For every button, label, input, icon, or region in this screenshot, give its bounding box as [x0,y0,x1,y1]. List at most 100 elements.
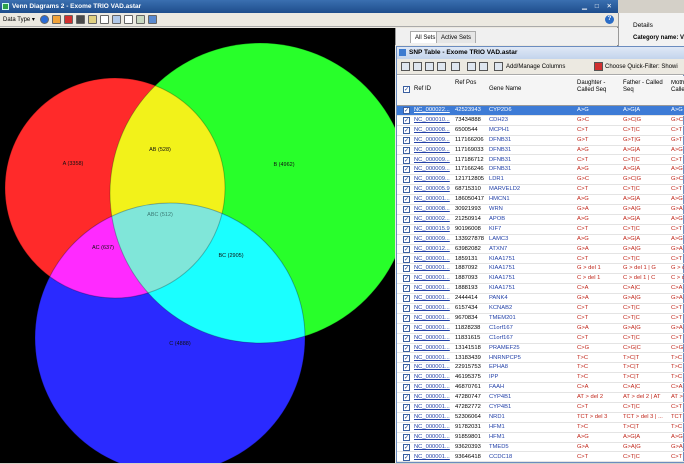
table-row[interactable]: ✓ NC_000001... 47280747 CYP4B1 AT > del 2 AT … [397,393,684,403]
col-daughter-called-seq[interactable]: Daughter - Called Seq [577,80,619,94]
row-checkbox[interactable]: ✓ [403,196,410,204]
row-checkbox[interactable]: ✓ [403,126,410,134]
row-checkbox[interactable]: ✓ [403,404,410,411]
save-icon[interactable] [64,15,73,24]
window-controls[interactable]: ▁ □ ✕ [582,0,615,13]
gene-name-cell[interactable]: LAMC3 [489,235,573,244]
table-row[interactable]: ✓ NC_000001... 2444414 PANK4 G>A G>A|G G>A [397,294,684,304]
data-type-dropdown[interactable]: Data Type ▾ [3,15,35,25]
page-icon[interactable] [100,15,109,24]
row-checkbox[interactable]: ✓ [403,443,410,451]
gene-name-cell[interactable]: HFM1 [489,433,573,442]
table-row[interactable]: ✓ NC_000001... 1887093 KIAA1751 C > del 1 C >… [397,274,684,285]
ref-id-cell[interactable]: NC_000010... [414,116,454,125]
table-row[interactable]: ✓ NC_000001... 91859801 HFM1 A>G A>G|A A>G [397,433,684,443]
ref-id-cell[interactable]: NC_000001... [414,393,454,402]
gene-name-cell[interactable]: KIAA1751 [489,255,573,264]
row-checkbox[interactable]: ✓ [403,394,410,402]
gene-name-cell[interactable]: TMEM201 [489,314,573,323]
table-row[interactable]: ✓ NC_000001... 186050417 HMCN1 A>G A>G|A A>G [397,195,684,205]
ref-id-cell[interactable]: NC_000001... [414,334,454,343]
table-row[interactable]: ✓ NC_000001... 22915753 EPHA8 T>C T>C|T T>C [397,363,684,374]
gene-name-cell[interactable]: KIF7 [489,225,573,234]
gene-name-cell[interactable]: LDR1 [489,175,573,184]
ref-id-cell[interactable]: NC_000001... [414,453,454,462]
export-icon[interactable] [136,15,145,24]
row-checkbox[interactable]: ✓ [403,107,410,114]
filter-icon[interactable] [451,62,460,71]
gene-name-cell[interactable]: IPP [489,373,573,382]
table-row[interactable]: ✓ NC_000001... 13183439 HNRNPCP5 T>C T>C|T T>C [397,354,684,364]
col-ref-pos[interactable]: Ref Pos [455,80,485,87]
table-row[interactable]: ✓ NC_000001... 93620393 TMED5 G>A G>A|G G>A [397,443,684,453]
gene-name-cell[interactable]: ATXN7 [489,245,573,254]
gene-name-cell[interactable]: HMCN1 [489,195,573,204]
table-row[interactable]: ✓ NC_000008... 6500544 MCPH1 C>T C>T|C C>T [397,126,684,136]
color-icon[interactable] [52,15,61,24]
gene-name-cell[interactable]: C1orf167 [489,334,573,343]
table-row[interactable]: ✓ NC_000001... 46195375 IPP T>C T>C|T T>C [397,373,684,384]
table-row[interactable]: ✓ NC_000001... 1888193 KIAA1751 C>A C>A|C C>A [397,284,684,295]
open-icon[interactable] [88,15,97,24]
row-checkbox[interactable]: ✓ [403,314,410,322]
ref-id-cell[interactable]: NC_000001... [414,264,454,273]
gene-name-cell[interactable]: TMED5 [489,443,573,452]
zoom-icon[interactable] [112,15,121,24]
table-row[interactable]: ✓ NC_000010... 73434888 CDH23 G>C G>C|G G>C [397,116,684,126]
col-mother-called-seq[interactable]: Moth Calle [671,80,684,94]
table-row[interactable]: ✓ NC_000009... 117166246 DFNB31 A>G A>G|A A>G [397,165,684,176]
ref-id-cell[interactable]: NC_000001... [414,363,454,372]
row-checkbox[interactable]: ✓ [403,206,410,213]
ref-id-cell[interactable]: NC_000001... [414,423,454,432]
gene-name-cell[interactable]: KIAA1751 [489,284,573,293]
add-columns-icon[interactable] [494,62,503,71]
gene-name-cell[interactable]: WRN [489,205,573,214]
sort-icon[interactable] [479,62,488,71]
ref-id-cell[interactable]: NC_000001... [414,373,454,382]
row-checkbox[interactable]: ✓ [403,156,410,164]
row-checkbox[interactable]: ✓ [403,225,410,233]
table-row[interactable]: ✓ NC_000002... 21250914 APOB A>G A>G|A A>G [397,215,684,225]
ref-id-cell[interactable]: NC_000001... [414,255,454,264]
row-checkbox[interactable]: ✓ [403,265,410,273]
ref-id-cell[interactable]: NC_000001... [414,344,454,353]
search-icon[interactable] [437,62,446,71]
gene-name-cell[interactable]: CYP4B1 [489,393,573,402]
gene-name-cell[interactable]: MCPH1 [489,126,573,135]
row-checkbox[interactable]: ✓ [403,453,410,461]
gene-name-cell[interactable]: KCNAB2 [489,304,573,313]
ref-id-cell[interactable]: NC_000009... [414,136,454,145]
ref-id-cell[interactable]: NC_000009... [414,235,454,244]
table-row[interactable]: ✓ NC_000015.9 90196008 KIF7 C>T C>T|C C>T [397,225,684,235]
gene-name-cell[interactable]: MARVELD2 [489,185,573,194]
row-checkbox[interactable]: ✓ [403,374,410,382]
row-checkbox[interactable]: ✓ [403,275,410,283]
ref-id-cell[interactable]: NC_000008... [414,126,454,135]
row-checkbox[interactable]: ✓ [403,364,410,372]
table-view-icon[interactable] [401,62,410,71]
gene-name-cell[interactable]: CDH23 [489,116,573,125]
row-checkbox[interactable]: ✓ [403,334,410,342]
table-row[interactable]: ✓ NC_000005.9 68715310 MARVELD2 C>T C>T|C C>T [397,185,684,196]
gene-name-cell[interactable]: DFNB31 [489,136,573,145]
col-ref-id[interactable]: Ref ID [414,86,431,93]
ref-id-cell[interactable]: NC_000001... [414,304,454,313]
quick-filter-icon[interactable] [594,62,603,71]
ref-id-cell[interactable]: NC_000002... [414,215,454,224]
row-checkbox[interactable]: ✓ [403,324,410,332]
row-checkbox[interactable]: ✓ [403,295,410,303]
ref-id-cell[interactable]: NC_000001... [414,314,454,323]
gene-name-cell[interactable]: DFNB31 [489,146,573,155]
table-row[interactable]: ✓ NC_000009... 133927878 LAMC3 A>G A>G|A A>G [397,235,684,245]
ref-id-cell[interactable]: NC_000009... [414,156,454,165]
row-checkbox[interactable]: ✓ [403,305,410,312]
gene-name-cell[interactable]: NRD1 [489,413,573,422]
ref-id-cell[interactable]: NC_000009... [414,175,454,184]
table-row[interactable]: ✓ NC_000009... 117166206 DFNB31 G>T G>T|G G>T [397,136,684,146]
row-checkbox[interactable]: ✓ [403,255,410,263]
gene-name-cell[interactable]: HFM1 [489,423,573,432]
ref-id-cell[interactable]: NC_000009... [414,146,454,155]
row-checkbox[interactable]: ✓ [403,384,410,392]
venn-diagram[interactable]: A (3358) B (4962) C (4888) AB (528) AC (… [0,28,395,463]
row-checkbox[interactable]: ✓ [403,186,410,194]
